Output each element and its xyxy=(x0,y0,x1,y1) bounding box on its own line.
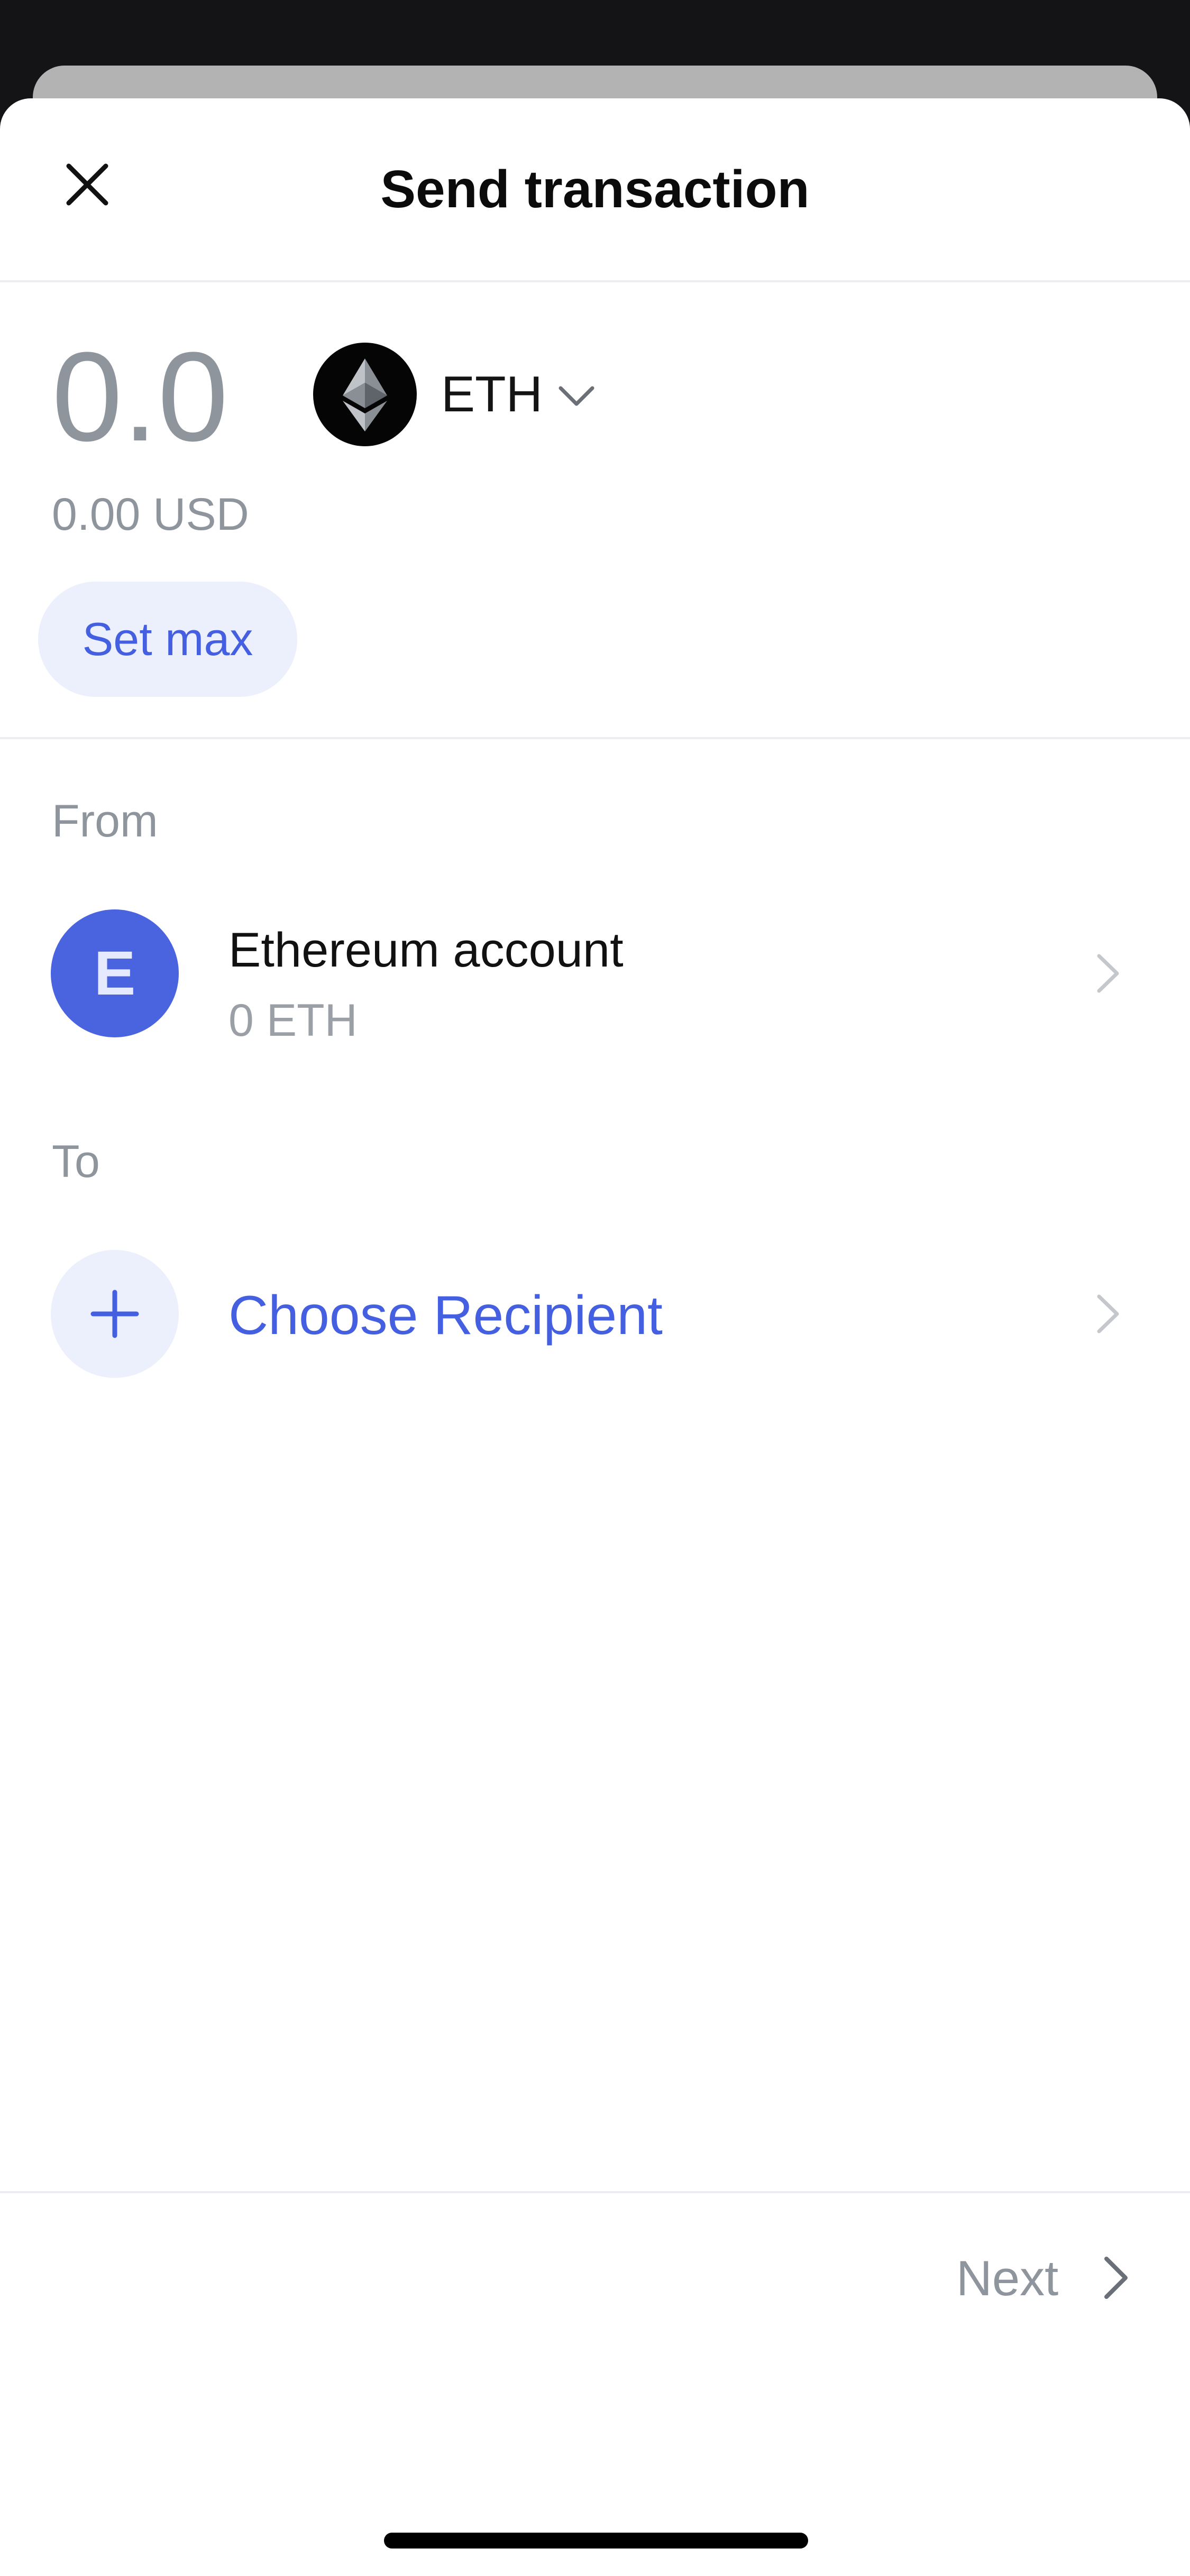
home-indicator xyxy=(384,2533,808,2549)
choose-recipient-row[interactable]: Choose Recipient xyxy=(0,1250,1190,1382)
account-balance: 0 ETH xyxy=(228,995,358,1046)
chevron-right-icon xyxy=(1084,950,1132,997)
token-symbol: ETH xyxy=(441,366,543,422)
send-transaction-sheet: Send transaction 0.0 ETH 0.00 USD Set ma… xyxy=(0,98,1190,2576)
sheet-header: Send transaction xyxy=(0,98,1190,280)
token-selector[interactable]: ETH xyxy=(313,343,609,448)
page-title: Send transaction xyxy=(380,160,810,219)
plus-icon xyxy=(51,1250,179,1378)
header-divider xyxy=(0,280,1190,282)
account-avatar: E xyxy=(51,909,179,1037)
choose-recipient-label: Choose Recipient xyxy=(228,1285,663,1346)
amount-divider xyxy=(0,737,1190,739)
chevron-right-icon xyxy=(1084,1290,1132,1338)
from-label: From xyxy=(52,796,158,847)
next-label: Next xyxy=(956,2250,1059,2306)
set-max-button[interactable]: Set max xyxy=(38,582,297,697)
footer-divider xyxy=(0,2191,1190,2193)
chevron-down-icon xyxy=(554,373,599,418)
ethereum-logo-icon xyxy=(313,343,417,446)
from-account-row[interactable]: E Ethereum account 0 ETH xyxy=(0,909,1190,1046)
fiat-value: 0.00 USD xyxy=(52,489,249,540)
amount-input[interactable]: 0.0 xyxy=(52,323,228,471)
account-name: Ethereum account xyxy=(228,923,624,977)
next-button[interactable]: Next xyxy=(947,2239,1148,2318)
to-label: To xyxy=(52,1136,100,1187)
chevron-right-icon xyxy=(1090,2251,1142,2304)
